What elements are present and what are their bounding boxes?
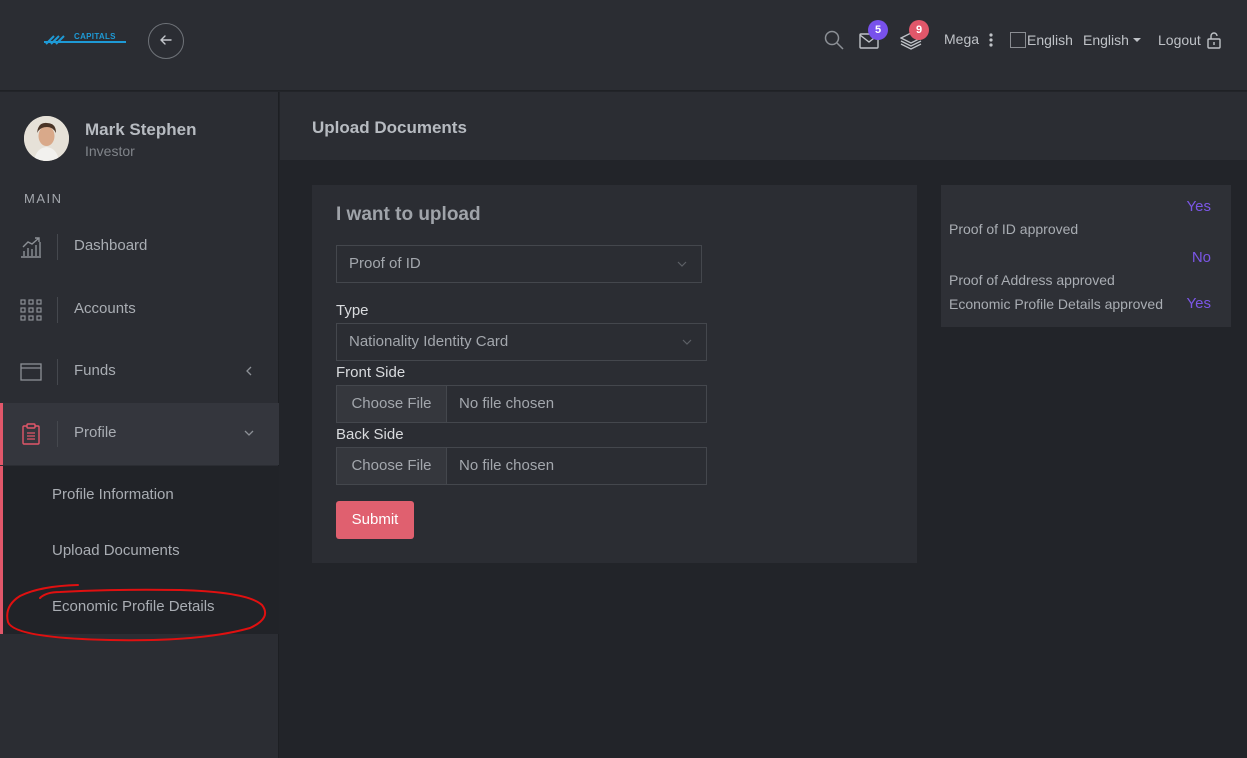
- profile-name: Mark Stephen: [85, 120, 197, 139]
- sidebar-item-label: Accounts: [74, 300, 136, 317]
- front-side-file-input[interactable]: Choose File No file chosen: [336, 385, 707, 423]
- vertical-dots-icon[interactable]: [989, 33, 993, 47]
- window-icon: [20, 363, 42, 381]
- chevron-left-icon: [246, 366, 252, 376]
- logo-underline: [44, 41, 126, 43]
- unlock-icon[interactable]: [1206, 31, 1222, 49]
- broken-image-icon: [1010, 32, 1026, 48]
- status-value: No: [1191, 249, 1211, 266]
- sidebar-item-profile[interactable]: Profile: [0, 403, 279, 465]
- caret-down-icon: [1132, 38, 1141, 42]
- back-side-label: Back Side: [336, 426, 404, 443]
- notifications-badge: 9: [909, 20, 929, 40]
- section-label: MAIN: [24, 191, 63, 206]
- back-button[interactable]: [148, 23, 184, 59]
- id-type-value: Nationality Identity Card: [349, 333, 509, 350]
- user-menu[interactable]: Mega: [944, 31, 979, 47]
- clipboard-icon: [22, 423, 40, 445]
- submit-button[interactable]: Submit: [336, 501, 414, 539]
- divider: [57, 421, 58, 447]
- chevron-down-icon: [682, 339, 692, 345]
- profile-role: Investor: [85, 143, 135, 159]
- chevron-down-icon: [244, 430, 254, 436]
- divider: [57, 234, 58, 260]
- submenu-item-economic-profile-details[interactable]: Economic Profile Details: [52, 598, 215, 615]
- chevron-down-icon: [677, 261, 687, 267]
- avatar-photo-icon: [24, 116, 69, 161]
- avatar[interactable]: [24, 116, 69, 161]
- status-value: Yes: [1186, 295, 1211, 312]
- divider: [57, 297, 58, 323]
- upload-heading: I want to upload: [336, 204, 481, 225]
- grid-icon: [20, 299, 42, 321]
- page-header: Upload Documents: [280, 92, 1247, 160]
- choose-file-button[interactable]: Choose File: [337, 448, 447, 484]
- upload-card: I want to upload Proof of ID Type Nation…: [312, 185, 917, 563]
- status-label: Proof of ID approved: [949, 221, 1079, 237]
- id-type-select[interactable]: Nationality Identity Card: [336, 323, 707, 361]
- status-label: Proof of Address approved: [949, 272, 1115, 288]
- back-side-file-input[interactable]: Choose File No file chosen: [336, 447, 707, 485]
- language-flag[interactable]: English: [1010, 32, 1073, 48]
- approval-status-panel: Yes Proof of ID approved No Proof of Add…: [941, 185, 1231, 327]
- type-label: Type: [336, 302, 369, 319]
- sidebar-item-dashboard[interactable]: Dashboard: [0, 216, 279, 278]
- chart-icon: [21, 237, 41, 258]
- profile-submenu: Profile Information Upload Documents Eco…: [0, 466, 279, 634]
- choose-file-button[interactable]: Choose File: [337, 386, 447, 422]
- submenu-item-profile-information[interactable]: Profile Information: [52, 486, 174, 503]
- status-label: Economic Profile Details approved: [949, 296, 1163, 312]
- messages-badge: 5: [868, 20, 888, 40]
- divider: [57, 359, 58, 385]
- sidebar-item-accounts[interactable]: Accounts: [0, 279, 279, 341]
- document-type-select[interactable]: Proof of ID: [336, 245, 702, 283]
- sidebar-item-label: Profile: [74, 424, 117, 441]
- sidebar: Mark Stephen Investor MAIN Dashboard Acc…: [0, 92, 279, 758]
- top-bar: CAPITALS 5 9 Mega English English Logout: [0, 0, 1247, 91]
- language-label: English: [1083, 32, 1129, 48]
- submenu-item-upload-documents[interactable]: Upload Documents: [52, 542, 180, 559]
- logout-link[interactable]: Logout: [1158, 32, 1201, 48]
- language-dropdown[interactable]: English: [1083, 32, 1141, 48]
- page-title: Upload Documents: [312, 118, 467, 137]
- logo-mark-icon: [45, 35, 65, 45]
- search-icon[interactable]: [824, 30, 844, 50]
- front-side-label: Front Side: [336, 364, 406, 381]
- logo-text: CAPITALS: [74, 32, 116, 41]
- sidebar-item-label: Dashboard: [74, 237, 148, 254]
- sidebar-item-funds[interactable]: Funds: [0, 341, 279, 403]
- flag-alt-text: English: [1027, 32, 1073, 48]
- capitals-logo[interactable]: CAPITALS: [44, 32, 128, 48]
- file-status: No file chosen: [459, 457, 555, 474]
- file-status: No file chosen: [459, 395, 555, 412]
- sidebar-item-label: Funds: [74, 362, 116, 379]
- status-value: Yes: [1186, 198, 1211, 215]
- document-type-value: Proof of ID: [349, 255, 421, 272]
- arrow-left-icon: [160, 35, 172, 45]
